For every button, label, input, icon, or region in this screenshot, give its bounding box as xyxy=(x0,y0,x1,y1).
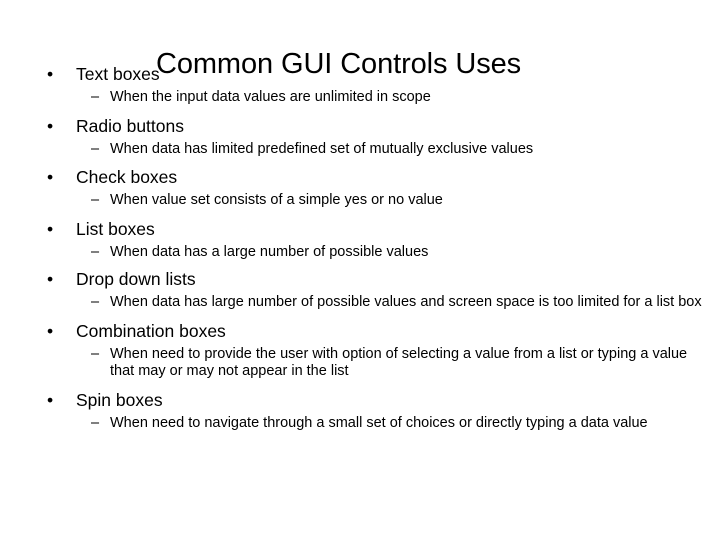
dash-marker-icon: – xyxy=(91,140,100,157)
dash-marker-icon: – xyxy=(91,294,100,310)
bullet-item-combination-boxes: • Combination boxes xyxy=(0,321,720,342)
outline-group: • Radio buttons – When data has limited … xyxy=(0,116,720,159)
sub-bullet-label: When value set consists of a simple yes … xyxy=(110,192,443,208)
bullet-marker-icon: • xyxy=(47,167,54,187)
bullet-label: Drop down lists xyxy=(76,269,196,289)
sub-bullet-label: When need to provide the user with optio… xyxy=(110,345,688,380)
sub-bullet-label: When data has limited predefined set of … xyxy=(110,140,534,157)
bullet-label: Text boxes xyxy=(76,64,160,84)
sub-bullet-item-list-boxes: – When data has a large number of possib… xyxy=(0,244,720,262)
bullet-label: Radio buttons xyxy=(76,115,184,136)
bullet-label: Combination boxes xyxy=(76,320,226,341)
bullet-marker-icon: • xyxy=(47,115,54,136)
sub-bullet-label: When data has a large number of possible… xyxy=(110,243,429,260)
sub-bullet-label: When need to navigate through a small se… xyxy=(110,414,648,431)
outline-group: • Check boxes – When value set consists … xyxy=(0,167,720,210)
bullet-marker-icon: • xyxy=(47,218,54,239)
bullet-label: List boxes xyxy=(76,218,155,239)
outline-group: • Text boxes – When the input data value… xyxy=(0,64,720,107)
bullet-marker-icon: • xyxy=(47,389,54,410)
dash-marker-icon: – xyxy=(91,345,100,362)
bullet-item-list-boxes: • List boxes xyxy=(0,219,720,240)
outline-group: • List boxes – When data has a large num… xyxy=(0,219,720,262)
slide-canvas: Common GUI Controls Uses • Text boxes – … xyxy=(0,0,720,540)
dash-marker-icon: – xyxy=(91,192,100,208)
sub-bullet-label: When the input data values are unlimited… xyxy=(110,89,431,105)
outline-group: • Drop down lists – When data has large … xyxy=(0,269,720,312)
bullet-marker-icon: • xyxy=(47,320,54,341)
bullet-marker-icon: • xyxy=(47,269,54,289)
bullet-item-radio-buttons: • Radio buttons xyxy=(0,116,720,137)
sub-bullet-item-radio-buttons: – When data has limited predefined set o… xyxy=(0,141,720,159)
outline-group: • Combination boxes – When need to provi… xyxy=(0,321,720,381)
bullet-marker-icon: • xyxy=(47,64,54,84)
bullet-label: Check boxes xyxy=(76,167,178,187)
sub-bullet-label: When data has large number of possible v… xyxy=(110,294,702,310)
bullet-item-check-boxes: • Check boxes xyxy=(0,167,720,188)
dash-marker-icon: – xyxy=(91,414,100,431)
bullet-outline: • Text boxes – When the input data value… xyxy=(0,64,720,432)
sub-bullet-item-text-boxes: – When the input data values are unlimit… xyxy=(0,89,720,107)
outline-group: • Spin boxes – When need to navigate thr… xyxy=(0,390,720,433)
sub-bullet-item-spin-boxes: – When need to navigate through a small … xyxy=(0,415,720,433)
dash-marker-icon: – xyxy=(91,243,100,260)
bullet-item-drop-down-lists: • Drop down lists xyxy=(0,269,720,290)
sub-bullet-item-drop-down-lists: – When data has large number of possible… xyxy=(0,294,720,312)
dash-marker-icon: – xyxy=(91,89,100,105)
sub-bullet-item-combination-boxes: – When need to provide the user with opt… xyxy=(0,346,720,381)
bullet-item-spin-boxes: • Spin boxes xyxy=(0,390,720,411)
sub-bullet-item-check-boxes: – When value set consists of a simple ye… xyxy=(0,192,720,210)
bullet-label: Spin boxes xyxy=(76,389,163,410)
bullet-item-text-boxes: • Text boxes xyxy=(0,64,720,85)
